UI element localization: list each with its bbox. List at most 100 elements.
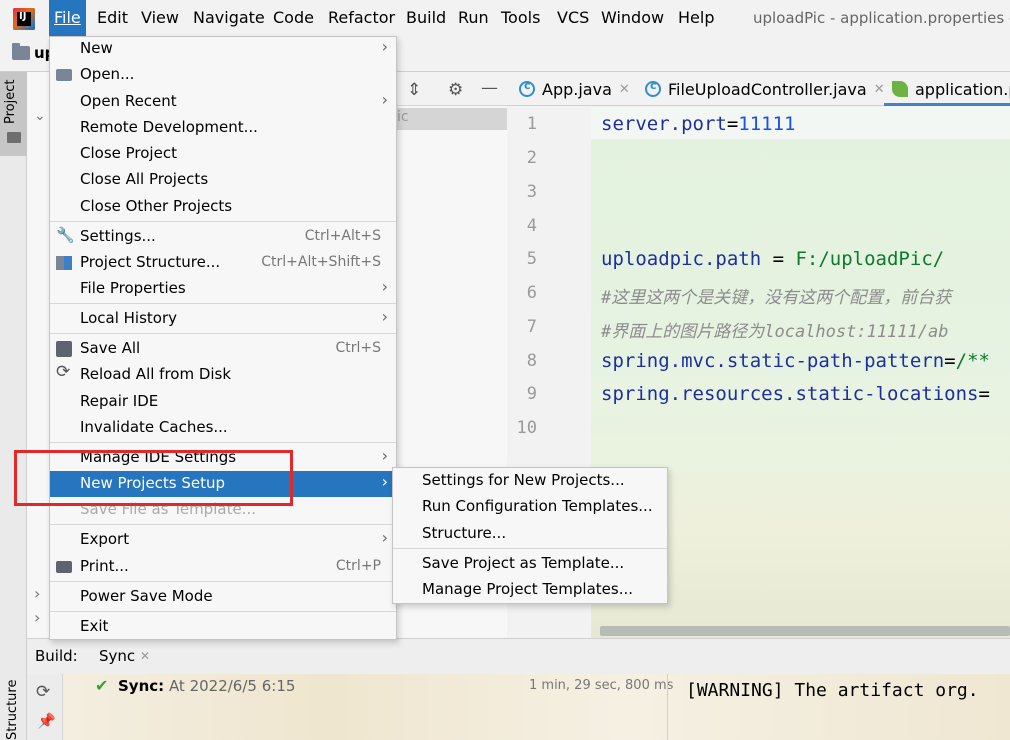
line-number: 10 — [516, 418, 537, 438]
pin-icon[interactable]: 📌 — [37, 712, 56, 730]
menu-item-open[interactable]: Open... — [50, 62, 396, 88]
build-panel-header — [27, 638, 1010, 674]
printer-icon — [56, 561, 72, 573]
menu-item-new[interactable]: New › — [50, 36, 396, 62]
menu-build[interactable]: Build — [401, 0, 451, 36]
menu-separator — [50, 524, 396, 525]
menu-window[interactable]: Window — [596, 0, 669, 36]
tab-fileuploadcontroller-java[interactable]: FileUploadController.java ✕ — [645, 72, 885, 106]
tab-application-properties[interactable]: application.p — [892, 72, 1010, 106]
line-number: 1 — [526, 114, 537, 134]
menu-file[interactable]: File — [49, 0, 86, 36]
line-number: 9 — [526, 384, 537, 404]
chevron-right-icon[interactable]: › — [34, 608, 40, 627]
menu-item-invalidate-caches[interactable]: Invalidate Caches... — [50, 415, 396, 441]
line-number: 4 — [526, 216, 537, 236]
menu-separator — [50, 333, 396, 334]
class-icon — [645, 79, 661, 97]
spring-leaf-icon — [892, 81, 908, 97]
minimize-icon[interactable]: — — [481, 78, 498, 98]
chevron-right-icon: › — [381, 90, 388, 109]
tab-sync[interactable]: Sync — [99, 647, 135, 665]
submenu-item-save-project-as-template[interactable]: Save Project as Template... — [393, 551, 667, 577]
tree-selected-row[interactable] — [397, 108, 507, 130]
menu-item-save-all[interactable]: Save All Ctrl+S — [50, 336, 396, 362]
submenu-item-manage-project-templates[interactable]: Manage Project Templates... — [393, 577, 667, 603]
close-icon[interactable]: ✕ — [874, 82, 885, 97]
menu-item-close-other-projects[interactable]: Close Other Projects — [50, 194, 396, 220]
menu-item-local-history[interactable]: Local History › — [50, 306, 396, 332]
menu-item-remote-development[interactable]: Remote Development... — [50, 115, 396, 141]
chevron-right-icon[interactable]: › — [34, 584, 40, 603]
menu-code[interactable]: Code — [268, 0, 319, 36]
menu-item-file-properties[interactable]: File Properties › — [50, 276, 396, 302]
refresh-icon[interactable]: ⟳ — [36, 682, 50, 702]
chevron-down-icon[interactable]: ⌄ — [34, 108, 46, 124]
annotation-highlight-box — [14, 450, 293, 506]
menu-item-print[interactable]: Print... Ctrl+P — [50, 554, 396, 580]
line-number: 6 — [526, 283, 537, 303]
active-tab-indicator — [884, 103, 1010, 106]
line-number: 5 — [526, 249, 537, 269]
chevron-right-icon: › — [381, 446, 388, 465]
menu-item-reload-all-from-disk[interactable]: ⟳ Reload All from Disk — [50, 362, 396, 388]
menu-item-settings[interactable]: 🔧 Settings... Ctrl+Alt+S — [50, 224, 396, 250]
code-line-1: server.port=11111 — [601, 113, 796, 135]
tab-label: application.p — [915, 79, 1010, 99]
menu-tools[interactable]: Tools — [496, 0, 545, 36]
structure-tab-label[interactable]: Structure — [5, 680, 20, 740]
collapse-all-icon[interactable]: ⇕ — [407, 80, 421, 100]
intellij-logo-icon: IJ — [13, 8, 35, 30]
menu-item-power-save-mode[interactable]: Power Save Mode — [50, 584, 396, 610]
chevron-right-icon: › — [381, 528, 388, 547]
menu-item-open-recent[interactable]: Open Recent › — [50, 89, 396, 115]
chevron-right-icon: › — [381, 37, 388, 56]
menu-bar: IJ File Edit View Navigate Code Refactor… — [0, 0, 1010, 36]
menu-navigate[interactable]: Navigate — [188, 0, 270, 36]
menu-run[interactable]: Run — [453, 0, 494, 36]
chevron-right-icon: › — [381, 472, 388, 491]
tab-label: FileUploadController.java — [668, 79, 867, 99]
close-icon[interactable]: ✕ — [619, 82, 630, 97]
line-number: 3 — [526, 182, 537, 202]
menu-item-exit[interactable]: Exit — [50, 614, 396, 640]
gear-icon[interactable]: ⚙ — [448, 80, 463, 100]
save-icon — [56, 341, 72, 357]
close-icon[interactable]: ✕ — [140, 649, 150, 663]
panel-divider[interactable] — [667, 674, 668, 740]
project-tab-label: Project — [3, 79, 18, 124]
menu-separator — [393, 548, 667, 549]
submenu-item-structure[interactable]: Structure... — [393, 521, 667, 547]
menu-separator — [50, 303, 396, 304]
menu-item-project-structure[interactable]: Project Structure... Ctrl+Alt+Shift+S — [50, 250, 396, 276]
submenu-item-settings-for-new-projects[interactable]: Settings for New Projects... — [393, 468, 667, 494]
chevron-right-icon: › — [381, 307, 388, 326]
menu-item-repair-ide[interactable]: Repair IDE — [50, 389, 396, 415]
menu-item-close-all-projects[interactable]: Close All Projects — [50, 167, 396, 193]
console-output: [WARNING] The artifact org. — [686, 680, 979, 701]
sync-status[interactable]: Sync: At 2022/6/5 6:15 — [118, 677, 295, 695]
window-title: uploadPic - application.properties - — [753, 9, 1010, 27]
menu-view[interactable]: View — [136, 0, 184, 36]
project-structure-icon — [56, 256, 72, 270]
menu-separator — [50, 442, 396, 443]
menu-item-export[interactable]: Export › — [50, 527, 396, 553]
menu-refactor[interactable]: Refactor — [323, 0, 400, 36]
build-label: Build: — [35, 647, 78, 665]
folder-icon — [12, 43, 30, 60]
horizontal-scrollbar[interactable] — [600, 626, 1010, 636]
line-number: 7 — [526, 317, 537, 337]
tree-selected-label: ic — [397, 109, 409, 125]
menu-help[interactable]: Help — [673, 0, 719, 36]
folder-open-icon — [56, 69, 72, 81]
line-number: 2 — [526, 148, 537, 168]
submenu-item-run-configuration-templates[interactable]: Run Configuration Templates... — [393, 494, 667, 520]
menu-edit[interactable]: Edit — [92, 0, 133, 36]
tab-app-java[interactable]: App.java ✕ — [519, 72, 630, 106]
menu-item-close-project[interactable]: Close Project — [50, 141, 396, 167]
code-line-6: #这里这两个是关键，没有这两个配置，前台获 — [601, 288, 952, 308]
menu-vcs[interactable]: VCS — [552, 0, 594, 36]
code-line-8: spring.mvc.static-path-pattern=/** — [601, 350, 990, 372]
code-line-9: spring.resources.static-locations= — [601, 383, 990, 405]
menu-separator — [50, 221, 396, 222]
